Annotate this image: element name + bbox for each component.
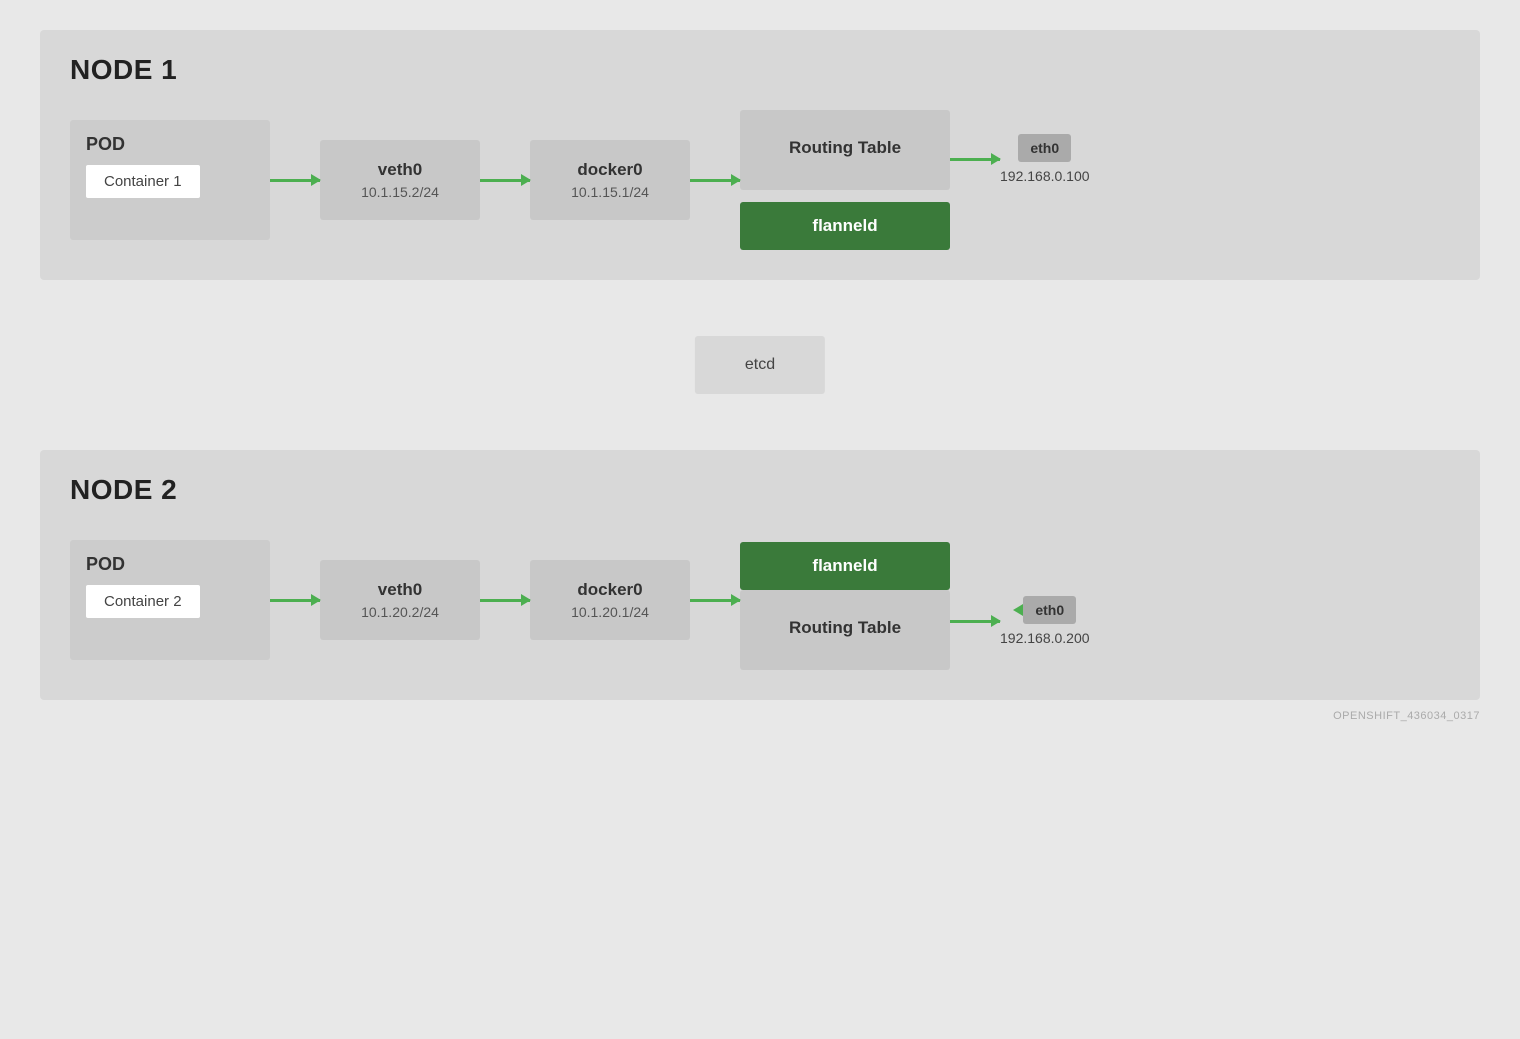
node2-title: NODE 2 [70,474,1450,506]
container2-label: Container 2 [104,593,182,610]
arrowhead1 [311,174,321,186]
veth0-2-title: veth0 [378,580,422,600]
arrowhead2 [521,174,531,186]
line-veth0-docker0-2 [480,599,530,602]
flanneld1-label: flanneld [812,216,877,236]
line-routing2-eth0 [950,620,1000,623]
node1-panel: NODE 1 POD Container 1 veth0 10.1.15.2/2… [40,30,1480,280]
arrowhead6 [521,594,531,606]
routing-flanneld-2: flanneld Routing Table [740,530,950,670]
pod1-box: POD Container 1 [70,120,270,240]
node1-network-row: POD Container 1 veth0 10.1.15.2/24 [70,110,1450,250]
eth0-1-badge: eth0 [1018,134,1071,162]
veth0-2-box: veth0 10.1.20.2/24 [320,560,480,640]
pod1-label: POD [86,134,125,155]
eth0-2-badge: eth0 [1023,596,1076,624]
docker0-1-ip: 10.1.15.1/24 [571,184,649,200]
node2-panel: NODE 2 POD Container 2 veth0 10.1.20.2/2… [40,450,1480,700]
routing-table-2-box: Routing Table [740,590,950,670]
arrowhead-left [1013,604,1023,616]
flanneld2-box: flanneld [740,542,950,590]
eth0-2-wrapper: eth0 192.168.0.200 [1000,596,1090,646]
eth0-1-ip: 192.168.0.100 [1000,168,1090,184]
flanneld1-box: flanneld [740,202,950,250]
line-pod1-veth0 [270,179,320,182]
routing-flanneld-1: Routing Table flanneld [740,110,950,250]
etcd-box: etcd [695,336,825,394]
docker0-1-title: docker0 [577,160,642,180]
main-container: NODE 1 POD Container 1 veth0 10.1.15.2/2… [40,30,1480,722]
docker0-2-box: docker0 10.1.20.1/24 [530,560,690,640]
watermark: OPENSHIFT_436034_0317 [40,700,1480,722]
etcd-label: etcd [745,356,775,373]
routing-table-1-title: Routing Table [789,138,901,158]
docker0-2-title: docker0 [577,580,642,600]
eth0-1-wrapper: eth0 192.168.0.100 [1000,134,1090,184]
flanneld2-label: flanneld [812,556,877,576]
line-veth0-docker0-1 [480,179,530,182]
line-docker0-routing2 [690,599,740,602]
node2-network-row: POD Container 2 veth0 10.1.20.2/24 [70,530,1450,670]
eth0-2-with-arrow: eth0 [1013,596,1076,624]
docker0-2-ip: 10.1.20.1/24 [571,604,649,620]
arrowhead5 [311,594,321,606]
diagram-wrapper: NODE 1 POD Container 1 veth0 10.1.15.2/2… [40,30,1480,722]
veth0-1-box: veth0 10.1.15.2/24 [320,140,480,220]
pod2-box: POD Container 2 [70,540,270,660]
veth0-1-title: veth0 [378,160,422,180]
routing-table-1-box: Routing Table [740,110,950,190]
routing-table-2-title: Routing Table [789,618,901,638]
arrowhead8 [991,615,1001,627]
line-docker0-routing1 [690,179,740,182]
container2-box: Container 2 [86,585,200,618]
veth0-2-ip: 10.1.20.2/24 [361,604,439,620]
container1-label: Container 1 [104,173,182,190]
docker0-1-box: docker0 10.1.15.1/24 [530,140,690,220]
arrowhead7 [731,594,741,606]
line-pod2-veth0 [270,599,320,602]
node1-title: NODE 1 [70,54,1450,86]
eth0-2-ip: 192.168.0.200 [1000,630,1090,646]
middle-section: etcd [40,280,1480,450]
arrowhead3 [731,174,741,186]
line-routing1-eth0 [950,158,1000,161]
pod2-label: POD [86,554,125,575]
veth0-1-ip: 10.1.15.2/24 [361,184,439,200]
arrowhead4 [991,153,1001,165]
container1-box: Container 1 [86,165,200,198]
